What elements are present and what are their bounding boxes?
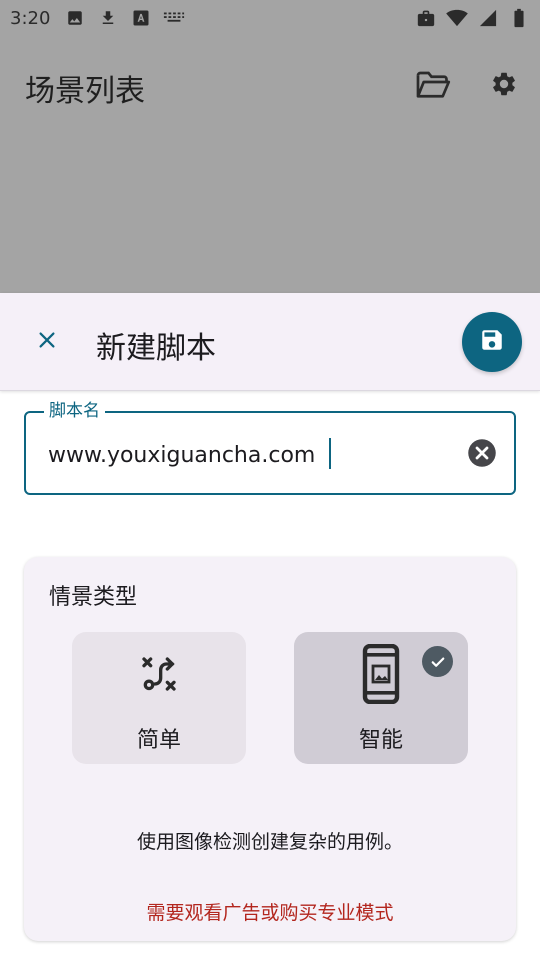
background-page-title: 场景列表 — [25, 74, 145, 109]
status-right — [406, 0, 530, 36]
script-name-label: 脚本名 — [44, 400, 105, 422]
route-icon — [137, 652, 181, 696]
script-name-input[interactable] — [48, 439, 458, 471]
scene-type-description: 使用图像检测创建复杂的用例。 — [136, 831, 403, 853]
status-bar: 3:20 — [0, 0, 540, 36]
scene-type-card: 情景类型 简单 智能 使用图像检测创建复杂的用例。 需要观看广告或购买专业模式 — [24, 557, 516, 941]
option-smart[interactable]: 智能 — [294, 632, 468, 764]
briefcase-icon — [415, 7, 437, 29]
signal-icon — [477, 7, 499, 29]
selected-check-icon — [422, 646, 453, 677]
text-cursor — [329, 438, 331, 469]
download-icon — [97, 7, 119, 29]
font-icon — [130, 7, 152, 29]
close-button[interactable] — [26, 321, 68, 363]
phone-image-icon — [359, 644, 403, 704]
folder-icon[interactable] — [414, 66, 452, 104]
option-simple-label: 简单 — [136, 728, 181, 753]
background-app-bar: 场景列表 — [0, 36, 540, 293]
scene-type-title: 情景类型 — [49, 585, 138, 610]
status-time: 3:20 — [10, 7, 51, 29]
option-simple[interactable]: 简单 — [72, 632, 246, 764]
save-icon — [479, 327, 505, 357]
keyboard-icon — [163, 7, 185, 29]
clear-icon — [467, 438, 497, 472]
sheet-header: 新建脚本 — [0, 293, 540, 391]
sheet-title: 新建脚本 — [96, 331, 216, 366]
script-name-field[interactable]: 脚本名 — [24, 400, 516, 495]
option-smart-label: 智能 — [358, 728, 403, 753]
clear-text-button[interactable] — [466, 439, 498, 471]
pro-mode-notice[interactable]: 需要观看广告或购买专业模式 — [24, 898, 516, 925]
new-script-sheet: 新建脚本 脚本名 情景类型 简单 — [0, 293, 540, 960]
save-button[interactable] — [462, 312, 522, 372]
image-icon — [64, 7, 86, 29]
gear-icon[interactable] — [486, 66, 522, 102]
wifi-icon — [446, 7, 468, 29]
battery-icon — [508, 7, 530, 29]
close-icon — [36, 329, 58, 355]
